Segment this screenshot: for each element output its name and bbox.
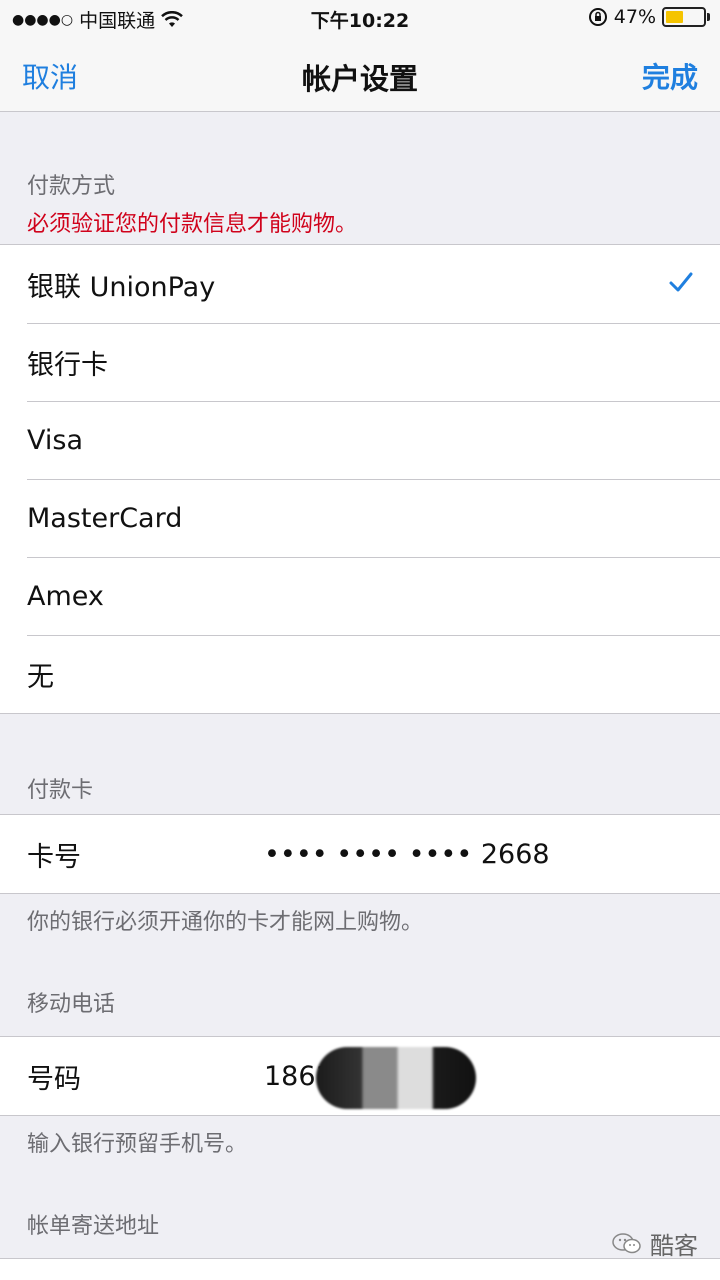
- card-note: 你的银行必须开通你的卡才能网上购物。: [27, 910, 424, 935]
- battery-percent: 47%: [613, 6, 656, 28]
- card-number-row[interactable]: 卡号 •••• •••• •••• 2668: [0, 815, 720, 893]
- card-number-value[interactable]: •••• •••• •••• 2668: [264, 839, 550, 870]
- payment-option-unionpay[interactable]: 银联 UnionPay: [0, 245, 720, 323]
- redaction-blur: [316, 1047, 476, 1109]
- watermark: 酷客: [612, 1226, 698, 1261]
- payment-option-label: 银行卡: [27, 349, 108, 381]
- payment-card-header: 付款卡: [27, 778, 94, 803]
- payment-option-label: 无: [27, 661, 54, 693]
- payment-option-amex[interactable]: Amex: [0, 557, 720, 635]
- payment-option-label: 银联 UnionPay: [27, 271, 216, 303]
- status-right: 47%: [588, 6, 710, 28]
- payment-options-list: 银联 UnionPay 银行卡 Visa MasterCard Amex 无: [0, 244, 720, 714]
- battery-tip: [707, 13, 710, 21]
- payment-option-label: Visa: [27, 424, 83, 456]
- billing-address-header: 帐单寄送地址: [27, 1214, 160, 1239]
- payment-option-none[interactable]: 无: [0, 635, 720, 713]
- page-title: 帐户设置: [301, 62, 418, 96]
- payment-method-header: 付款方式: [27, 174, 116, 199]
- battery-level: [666, 11, 683, 23]
- done-button[interactable]: 完成: [642, 56, 698, 96]
- payment-option-bank-card[interactable]: 银行卡: [0, 323, 720, 401]
- wechat-icon: [612, 1232, 641, 1253]
- payment-warning: 必须验证您的付款信息才能购物。: [27, 212, 358, 237]
- card-number-label: 卡号: [27, 841, 81, 873]
- card-number-group: 卡号 •••• •••• •••• 2668: [0, 814, 720, 894]
- watermark-text: 酷客: [650, 1232, 698, 1260]
- rotation-lock-icon: [588, 8, 607, 26]
- payment-option-label: MasterCard: [27, 502, 183, 534]
- battery-icon: [662, 7, 706, 27]
- payment-option-visa[interactable]: Visa: [0, 401, 720, 479]
- status-bar: ●●●●○ 中国联通 下午10:22 47%: [0, 0, 720, 38]
- billing-address-group: [0, 1258, 720, 1280]
- payment-option-mastercard[interactable]: MasterCard: [0, 479, 720, 557]
- payment-option-label: Amex: [27, 580, 104, 612]
- checkmark-icon: [669, 272, 693, 292]
- phone-number-label: 号码: [27, 1063, 81, 1095]
- phone-note: 输入银行预留手机号。: [27, 1132, 248, 1157]
- mobile-phone-header: 移动电话: [27, 992, 116, 1017]
- navigation-bar: 取消 帐户设置 完成: [0, 38, 720, 112]
